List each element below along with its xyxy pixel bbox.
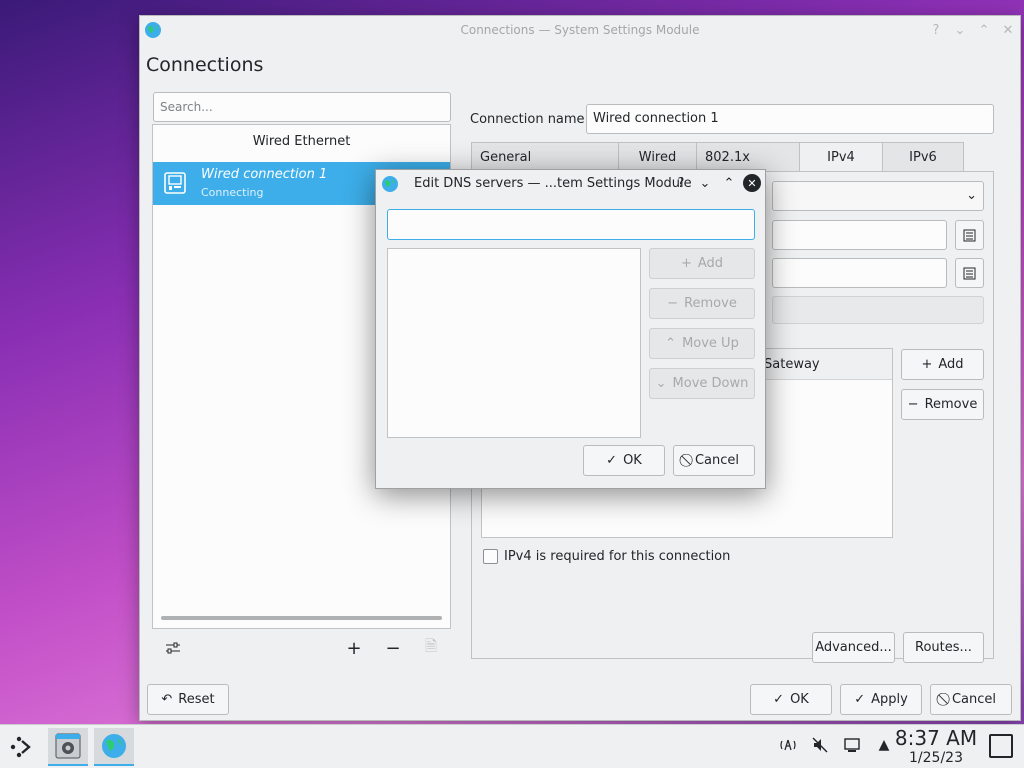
dns-server-list[interactable]: [387, 248, 641, 438]
remove-address-button[interactable]: − Remove: [901, 389, 984, 420]
search-input[interactable]: [153, 92, 451, 122]
search-domains-field[interactable]: [772, 258, 947, 288]
dns-remove-button[interactable]: − Remove: [649, 288, 755, 319]
dns-server-input[interactable]: [387, 209, 755, 240]
chevron-down-icon: ⌄: [655, 376, 667, 391]
chevron-up-icon: ⌃: [665, 336, 677, 351]
method-combobox[interactable]: ⌄: [772, 181, 984, 211]
advanced-button[interactable]: Advanced...: [812, 632, 895, 663]
add-address-button[interactable]: + Add: [901, 349, 984, 380]
tab-ipv4[interactable]: IPv4: [799, 142, 883, 173]
connection-name-field[interactable]: Wired connection 1: [586, 104, 994, 134]
tab-wired[interactable]: Wired: [618, 142, 697, 172]
network-globe-icon: [102, 734, 126, 758]
maximize-icon[interactable]: ⌃: [974, 20, 994, 40]
list-edit-icon: [963, 267, 976, 279]
help-icon[interactable]: ?: [926, 20, 946, 40]
connection-name-label: Connection name:: [470, 112, 589, 127]
connection-name: Wired connection 1: [201, 167, 328, 182]
help-icon[interactable]: ?: [671, 173, 691, 193]
configure-sliders-icon[interactable]: [161, 636, 185, 660]
export-icon[interactable]: 🗎: [419, 636, 443, 660]
dhcp-client-id-field[interactable]: [772, 296, 984, 324]
taskbar: ▲ 8:37 AM 1/25/23: [0, 724, 1024, 768]
edit-dns-button[interactable]: [955, 220, 984, 250]
wired-network-icon[interactable]: [842, 735, 862, 755]
computer-icon: [164, 172, 186, 194]
clock-date: 1/25/23: [909, 750, 963, 766]
plus-icon: +: [921, 357, 933, 372]
clock-time: 8:37 AM: [894, 726, 978, 750]
settings-gear-icon: [55, 733, 81, 759]
cancel-button[interactable]: ⃠Cancel: [930, 684, 1012, 715]
checkmark-icon: ✓: [773, 692, 785, 707]
show-desktop-icon[interactable]: [989, 734, 1013, 758]
window-titlebar[interactable]: Connections — System Settings Module ? ⌄…: [140, 16, 1020, 46]
page-title: Connections: [146, 54, 264, 76]
checkmark-icon: ✓: [606, 453, 618, 468]
list-toolbar: + − 🗎: [152, 636, 451, 664]
digital-clock[interactable]: 8:37 AM 1/25/23: [890, 727, 982, 767]
close-icon[interactable]: ✕: [998, 20, 1018, 40]
list-edit-icon: [963, 229, 976, 241]
dns-ok-button[interactable]: ✓ OK: [583, 445, 665, 476]
minus-icon: −: [667, 296, 679, 311]
system-settings-task[interactable]: [48, 728, 88, 766]
app-launcher-icon[interactable]: [6, 732, 36, 762]
connections-task[interactable]: [94, 728, 134, 766]
window-title: Connections — System Settings Module: [460, 23, 700, 37]
dns-move-up-button[interactable]: ⌃ Move Up: [649, 328, 755, 359]
add-connection-icon[interactable]: +: [342, 636, 366, 660]
group-header: Wired Ethernet: [252, 134, 351, 149]
minus-icon: −: [907, 397, 919, 412]
dns-servers-field[interactable]: [772, 220, 947, 250]
chevron-down-icon: ⌄: [966, 188, 977, 203]
routes-button[interactable]: Routes...: [903, 632, 984, 663]
undo-icon: ↶: [161, 692, 173, 707]
checkmark-icon: ✓: [854, 692, 866, 707]
edit-search-domains-button[interactable]: [955, 258, 984, 288]
dialog-titlebar[interactable]: Edit DNS servers — ...tem Settings Modul…: [376, 170, 765, 198]
dialog-title: Edit DNS servers — ...tem Settings Modul…: [414, 176, 692, 191]
maximize-icon[interactable]: ⌃: [719, 173, 739, 193]
minimize-icon[interactable]: ⌄: [695, 173, 715, 193]
dns-add-button[interactable]: + Add: [649, 248, 755, 279]
tab-ipv6[interactable]: IPv6: [882, 142, 964, 172]
minimize-icon[interactable]: ⌄: [950, 20, 970, 40]
horizontal-scrollbar[interactable]: [161, 616, 442, 620]
ipv4-required-row[interactable]: IPv4 is required for this connection: [483, 549, 730, 564]
ok-button[interactable]: ✓ OK: [750, 684, 832, 715]
reset-button[interactable]: ↶ Reset: [147, 684, 229, 715]
apply-button[interactable]: ✓ Apply: [840, 684, 922, 715]
ipv4-required-checkbox[interactable]: [483, 549, 498, 564]
remove-connection-icon[interactable]: −: [381, 636, 405, 660]
dns-move-down-button[interactable]: ⌄ Move Down: [649, 368, 755, 399]
connection-status: Connecting: [201, 186, 264, 199]
gateway-column-header: Sateway: [764, 357, 820, 372]
network-globe-icon: [382, 176, 398, 192]
ipv4-required-label: IPv4 is required for this connection: [504, 549, 731, 564]
dns-cancel-button[interactable]: ⃠Cancel: [673, 445, 755, 476]
edit-dns-dialog: Edit DNS servers — ...tem Settings Modul…: [375, 169, 766, 489]
network-activity-icon[interactable]: [778, 735, 798, 755]
volume-muted-icon[interactable]: [810, 735, 830, 755]
tab-8021x-security[interactable]: 802.1x Security: [696, 142, 800, 195]
plus-icon: +: [680, 256, 692, 271]
close-icon[interactable]: ✕: [743, 174, 761, 192]
tab-general-configuration[interactable]: General configuration: [471, 142, 619, 195]
